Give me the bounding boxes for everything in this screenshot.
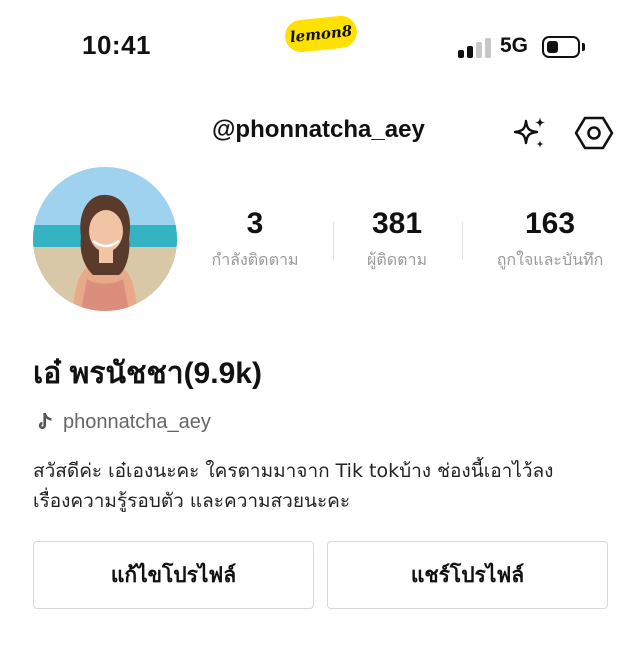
tiktok-link[interactable]: phonnatcha_aey [33, 410, 211, 434]
bio-line: เรื่องความรู้รอบตัว และความสวยนะคะ [33, 490, 351, 512]
bio: สวัสดีค่ะ เอ๋เองนะคะ ใครตามมาจาก Tik tok… [33, 456, 613, 516]
battery-icon [542, 36, 580, 58]
edit-profile-button[interactable]: แก้ไขโปรไฟล์ [33, 541, 314, 609]
app-logo: lemon8 [283, 14, 359, 54]
battery-cap [582, 43, 585, 51]
stat-value: 163 [524, 207, 576, 240]
status-bar: 10:41 lemon8 5G [0, 0, 640, 96]
stat-label: ผู้ติดตาม [366, 250, 428, 269]
stat-following[interactable]: 3 กำลังติดตาม [190, 204, 320, 273]
signal-bar [458, 50, 464, 58]
app-logo-text: lemon8 [288, 21, 354, 47]
avatar[interactable] [33, 167, 177, 311]
profile-stats: 3 กำลังติดตาม 381 ผู้ติดตาม 163 ถูกใจและ… [190, 204, 620, 284]
tiktok-handle: phonnatcha_aey [63, 410, 211, 433]
stat-followers[interactable]: 381 ผู้ติดตาม [332, 204, 462, 273]
stat-value: 3 [246, 207, 264, 240]
profile-username: @phonnatcha_aey [212, 116, 425, 143]
settings-icon[interactable] [574, 113, 614, 153]
share-profile-button[interactable]: แชร์โปรไฟล์ [327, 541, 608, 609]
network-type: 5G [500, 34, 529, 57]
signal-bar [485, 38, 491, 58]
tiktok-icon [38, 413, 52, 430]
divider [462, 222, 463, 260]
status-time: 10:41 [82, 30, 151, 60]
stat-label: กำลังติดตาม [211, 250, 299, 269]
signal-icon [458, 38, 492, 58]
display-name: เอ๋ พรนัชชา(9.9k) [33, 357, 262, 390]
stat-likes-saves[interactable]: 163 ถูกใจและบันทึก [470, 204, 630, 273]
battery-level [547, 41, 558, 53]
signal-bar [476, 42, 482, 58]
stat-label: ถูกใจและบันทึก [496, 250, 604, 269]
stat-value: 381 [371, 207, 423, 240]
bio-line: สวัสดีค่ะ เอ๋เองนะคะ ใครตามมาจาก Tik tok… [33, 460, 554, 482]
sparkle-icon[interactable] [510, 113, 550, 153]
signal-bar [467, 46, 473, 58]
